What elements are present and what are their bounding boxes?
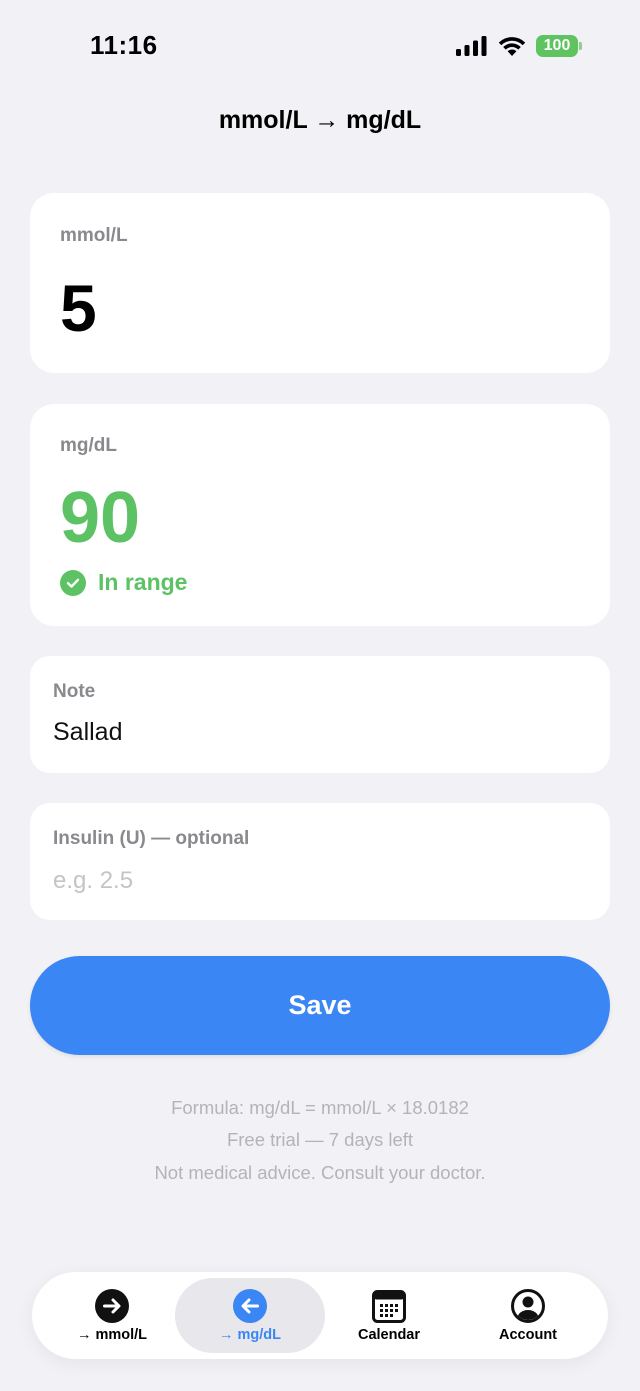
- tab-mmol[interactable]: → mmol/L: [37, 1278, 187, 1353]
- mmol-label: mmol/L: [60, 225, 128, 246]
- trial-text: Free trial — 7 days left: [226, 1129, 414, 1150]
- arrow-left-circle-icon: [233, 1289, 267, 1323]
- tab-mgdl[interactable]: → mg/dL: [175, 1278, 325, 1353]
- formula-text: Formula: mg/dL = mmol/L × 18.0182: [171, 1097, 469, 1118]
- mgdl-value: 90: [60, 478, 141, 558]
- battery-level: 100: [536, 35, 578, 57]
- mmol-input-card[interactable]: mmol/L 5: [30, 193, 610, 373]
- arrow-right-circle-icon: [95, 1289, 129, 1323]
- battery-icon: 100: [536, 35, 582, 57]
- insulin-label: Insulin (U) — optional: [53, 828, 250, 849]
- signal-icon: [456, 36, 487, 56]
- range-status: In range: [60, 569, 187, 596]
- wifi-icon: [498, 37, 526, 56]
- status-bar: 11:16 100: [0, 0, 640, 95]
- tab-mgdl-label: → mg/dL: [218, 1327, 282, 1343]
- tab-account[interactable]: Account: [453, 1278, 603, 1353]
- status-icons: 100: [456, 35, 582, 57]
- tab-calendar-label: Calendar: [357, 1327, 421, 1343]
- insulin-input[interactable]: [53, 867, 573, 895]
- range-status-label: In range: [98, 569, 188, 595]
- page-title: mmol/L → mg/dL: [218, 106, 422, 134]
- status-time: 11:16: [90, 30, 158, 60]
- calendar-icon: [372, 1289, 406, 1323]
- note-field[interactable]: Note Sallad: [30, 656, 610, 773]
- disclaimer-text: Not medical advice. Consult your doctor.: [154, 1162, 486, 1183]
- tab-calendar[interactable]: Calendar: [314, 1278, 464, 1353]
- mmol-value[interactable]: 5: [60, 275, 97, 341]
- tab-bar: → mmol/L → mg/dL Calendar Account: [32, 1272, 608, 1359]
- mgdl-result-card: mg/dL 90 In range: [30, 404, 610, 626]
- save-button[interactable]: Save: [30, 956, 610, 1055]
- check-circle-icon: [60, 569, 86, 596]
- tab-mmol-label: → mmol/L: [76, 1327, 148, 1343]
- account-icon: [511, 1289, 545, 1323]
- note-label: Note: [53, 681, 96, 702]
- insulin-field[interactable]: Insulin (U) — optional: [30, 803, 610, 920]
- mgdl-label: mg/dL: [60, 435, 117, 456]
- note-value[interactable]: Sallad: [53, 718, 123, 747]
- tab-account-label: Account: [499, 1327, 557, 1343]
